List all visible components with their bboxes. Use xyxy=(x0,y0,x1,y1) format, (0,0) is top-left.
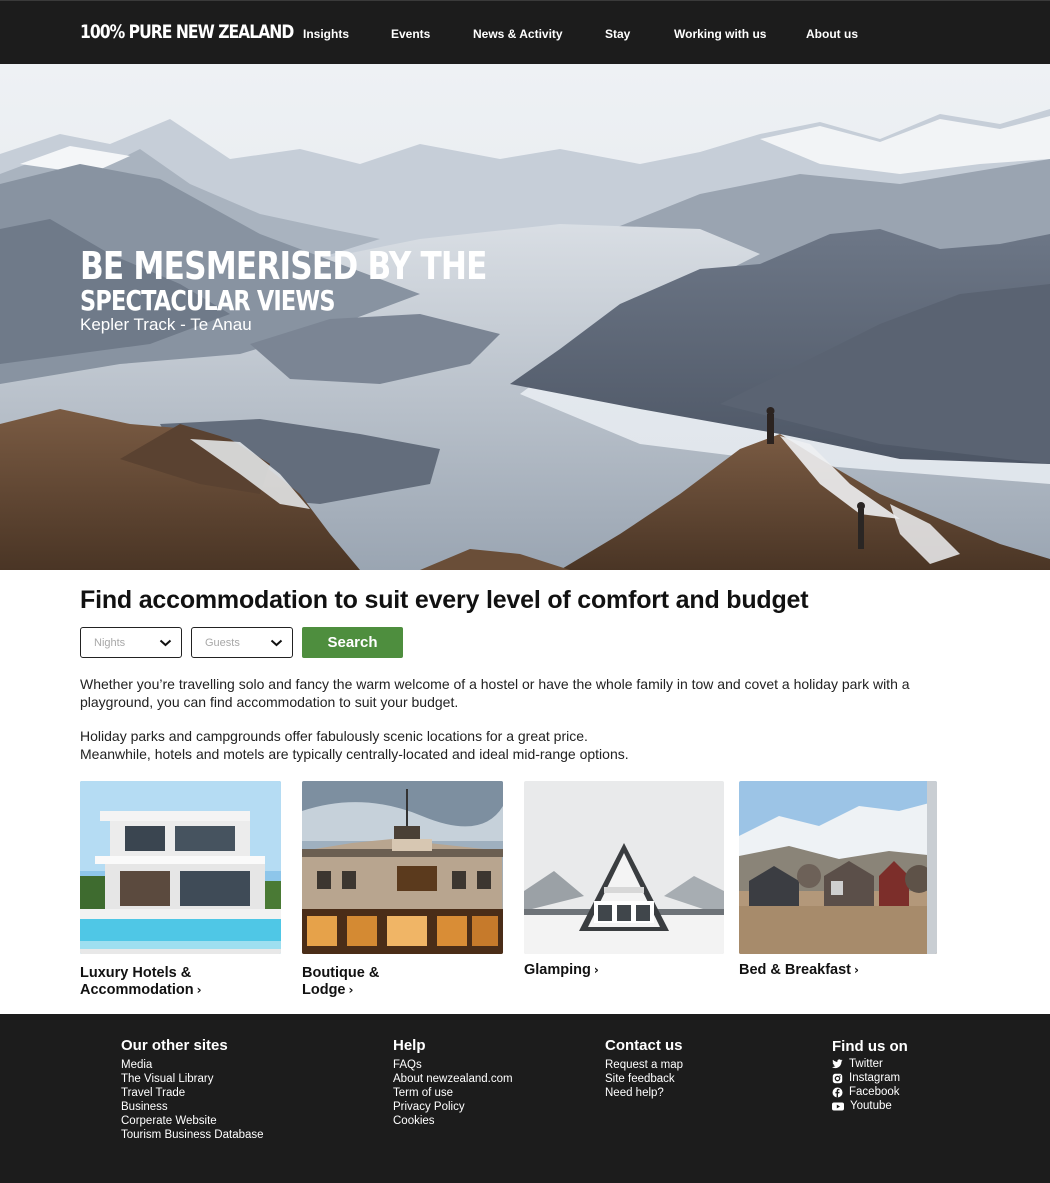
footer-heading-find-us: Find us on xyxy=(832,1038,908,1055)
footer-social: Find us on Twitter Instagram Facebook Yo… xyxy=(832,1038,908,1113)
card-luxury-line1: Luxury Hotels & xyxy=(80,965,192,981)
instagram-label: Instagram xyxy=(849,1072,901,1084)
card-boutique-lodge[interactable]: Boutique & Lodge › xyxy=(302,781,504,1001)
twitter-icon xyxy=(832,1059,843,1069)
hero-title-line2: Spectacular views xyxy=(80,284,335,317)
footer-link-facebook[interactable]: Facebook xyxy=(832,1085,908,1099)
chevron-right-icon: › xyxy=(196,983,202,997)
guests-select[interactable]: Guests xyxy=(191,627,293,658)
nav-link-news-activity[interactable]: News & Activity xyxy=(473,27,563,41)
footer-link-tourism-database[interactable]: Tourism Business Database xyxy=(121,1128,264,1142)
nav-link-stay[interactable]: Stay xyxy=(605,27,630,41)
card-luxury-hotels[interactable]: Luxury Hotels & Accommodation › xyxy=(80,781,282,1001)
nights-placeholder: Nights xyxy=(94,637,126,649)
facebook-icon xyxy=(832,1087,843,1097)
footer-link-media[interactable]: Media xyxy=(121,1058,264,1072)
intro-paragraph: Whether you’re travelling solo and fancy… xyxy=(80,676,910,710)
chevron-right-icon: › xyxy=(593,963,599,977)
footer-link-privacy[interactable]: Privacy Policy xyxy=(393,1100,513,1114)
site-footer: Our other sites Media The Visual Library… xyxy=(0,1014,1050,1183)
footer-link-about[interactable]: About newzealand.com xyxy=(393,1072,513,1086)
footer-link-need-help[interactable]: Need help? xyxy=(605,1086,683,1100)
youtube-icon xyxy=(832,1102,844,1110)
footer-heading-help: Help xyxy=(393,1037,426,1054)
footer-link-travel-trade[interactable]: Travel Trade xyxy=(121,1086,264,1100)
footer-link-instagram[interactable]: Instagram xyxy=(832,1071,908,1085)
detail-paragraph-line1: Holiday parks and campgrounds offer fabu… xyxy=(80,728,588,744)
footer-link-request-map[interactable]: Request a map xyxy=(605,1058,683,1072)
detail-paragraph-line2: Meanwhile, hotels and motels are typical… xyxy=(80,746,629,762)
luxury-hotel-image xyxy=(80,781,281,954)
chevron-down-icon xyxy=(270,639,283,647)
chevron-right-icon: › xyxy=(348,983,354,997)
site-logo[interactable]: 100% PURE NEW ZEALAND xyxy=(80,21,294,43)
hero-title-line1: Be mesmerised by the xyxy=(80,244,487,288)
card-label-boutique: Boutique & Lodge › xyxy=(302,965,379,999)
card-glamping[interactable]: Glamping › xyxy=(524,781,725,981)
page-title: Find accommodation to suit every level o… xyxy=(80,586,809,614)
nav-link-insights[interactable]: Insights xyxy=(303,27,349,41)
boutique-lodge-image xyxy=(302,781,503,954)
bed-breakfast-image xyxy=(739,781,937,954)
card-label-luxury: Luxury Hotels & Accommodation › xyxy=(80,965,202,999)
nights-select[interactable]: Nights xyxy=(80,627,182,658)
footer-link-cookies[interactable]: Cookies xyxy=(393,1114,513,1128)
top-nav: 100% PURE NEW ZEALAND Insights Events Ne… xyxy=(0,0,1050,64)
nav-link-events[interactable]: Events xyxy=(391,27,430,41)
card-glamping-line1: Glamping xyxy=(524,962,591,978)
guests-placeholder: Guests xyxy=(205,637,240,649)
footer-link-twitter[interactable]: Twitter xyxy=(832,1057,908,1071)
nav-link-working-with-us[interactable]: Working with us xyxy=(674,27,766,41)
footer-heading-contact: Contact us xyxy=(605,1037,683,1054)
footer-link-faqs[interactable]: FAQs xyxy=(393,1058,513,1072)
footer-help: Help FAQs About newzealand.com Term of u… xyxy=(393,1037,513,1128)
card-boutique-line2: Lodge xyxy=(302,982,346,998)
glamping-image xyxy=(524,781,724,954)
hero-location: Kepler Track - Te Anau xyxy=(80,315,252,334)
chevron-down-icon xyxy=(159,639,172,647)
footer-link-visual-library[interactable]: The Visual Library xyxy=(121,1072,264,1086)
footer-link-terms[interactable]: Term of use xyxy=(393,1086,513,1100)
card-bed-breakfast[interactable]: Bed & Breakfast › xyxy=(739,781,938,981)
card-luxury-line2: Accommodation xyxy=(80,982,194,998)
nav-link-about-us[interactable]: About us xyxy=(806,27,858,41)
card-bb-line1: Bed & Breakfast xyxy=(739,962,852,978)
footer-link-corporate-website[interactable]: Corperate Website xyxy=(121,1114,264,1128)
footer-heading-other-sites: Our other sites xyxy=(121,1037,228,1054)
chevron-right-icon: › xyxy=(854,963,859,977)
twitter-label: Twitter xyxy=(849,1058,883,1070)
card-label-bed-breakfast: Bed & Breakfast › xyxy=(739,962,859,979)
youtube-label: Youtube xyxy=(850,1100,892,1112)
card-boutique-line1: Boutique & xyxy=(302,965,380,981)
footer-contact: Contact us Request a map Site feedback N… xyxy=(605,1037,683,1100)
card-label-glamping: Glamping › xyxy=(524,962,599,979)
instagram-icon xyxy=(832,1073,843,1083)
footer-link-business[interactable]: Business xyxy=(121,1100,264,1114)
hero-banner: Be mesmerised by the Spectacular views K… xyxy=(0,64,1050,570)
footer-link-youtube[interactable]: Youtube xyxy=(832,1099,908,1113)
footer-other-sites: Our other sites Media The Visual Library… xyxy=(121,1037,264,1142)
footer-link-site-feedback[interactable]: Site feedback xyxy=(605,1072,683,1086)
facebook-label: Facebook xyxy=(849,1086,900,1098)
search-button[interactable]: Search xyxy=(302,627,403,658)
